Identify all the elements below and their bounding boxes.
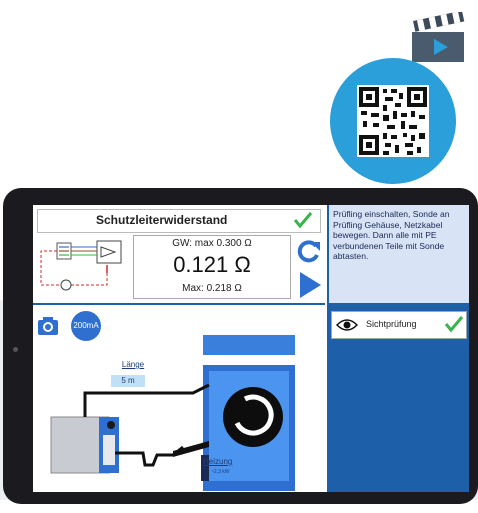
measurement-value-box: GW: max 0.300 Ω 0.121 Ω Max: 0.218 Ω <box>133 235 291 299</box>
limit-value: GW: max 0.300 Ω <box>172 238 252 249</box>
circuit-schematic <box>40 240 122 291</box>
check-icon <box>293 212 313 229</box>
qr-code-badge[interactable] <box>330 58 456 184</box>
device-label: Heizung <box>203 457 233 466</box>
video-clapboard-icon[interactable] <box>408 12 468 64</box>
max-value: Max: 0.218 Ω <box>182 283 242 294</box>
instruction-panel: Prüfling einschalten, Sonde an Prüfling … <box>327 205 469 305</box>
eye-icon <box>336 319 358 331</box>
measurement-panel: Schutzleiterwiderstand GW: max 0.300 Ω 0… <box>33 205 325 305</box>
measurement-title: Schutzleiterwiderstand <box>96 213 228 227</box>
refresh-icon[interactable] <box>296 239 322 265</box>
qr-code-icon <box>357 85 429 157</box>
device-power-value: ~2,3 kW <box>211 469 230 475</box>
tablet-camera-dot <box>13 347 18 352</box>
measured-value: 0.121 Ω <box>173 252 251 277</box>
camera-icon[interactable] <box>37 315 59 337</box>
cable-length-value[interactable]: 5 m <box>111 375 145 387</box>
instruction-text: Prüfling einschalten, Sonde an Prüfling … <box>333 209 450 262</box>
cable-length-label: Länge <box>121 360 145 369</box>
play-icon[interactable] <box>298 271 322 299</box>
measurement-title-row: Schutzleiterwiderstand <box>37 209 321 233</box>
check-icon <box>444 316 464 333</box>
tablet-screen: Schutzleiterwiderstand GW: max 0.300 Ω 0… <box>33 205 469 492</box>
visual-check-label: Sichtprüfung <box>366 319 417 329</box>
visual-check-row[interactable]: Sichtprüfung <box>331 311 467 339</box>
page: Schutzleiterwiderstand GW: max 0.300 Ω 0… <box>0 0 478 513</box>
test-scene: 200mA Länge 5 m Heizung ~2,3 kW <box>33 305 325 492</box>
test-current-button[interactable]: 200mA <box>71 311 101 341</box>
visual-check-panel: Sichtprüfung <box>327 305 469 492</box>
